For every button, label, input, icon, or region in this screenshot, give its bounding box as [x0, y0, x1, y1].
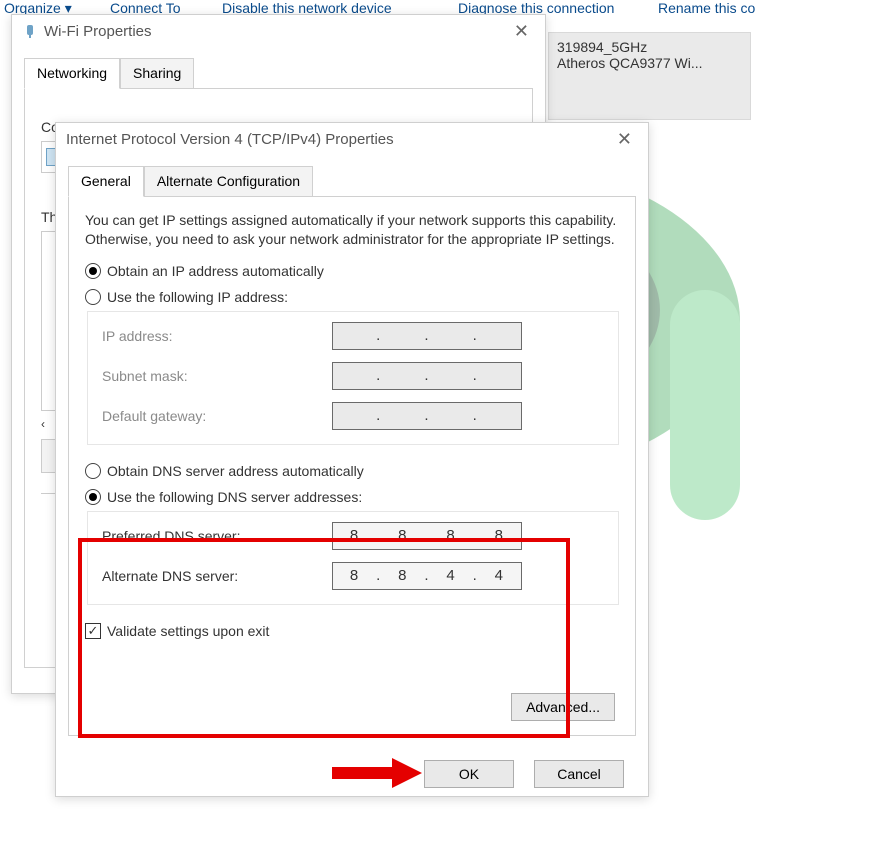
close-icon[interactable]: ✕ — [508, 19, 535, 44]
dns-auto-label: Obtain DNS server address automatically — [107, 463, 364, 479]
preferred-dns-input[interactable]: 8. 8. 8. 8 — [332, 522, 522, 550]
checkbox-icon: ✓ — [85, 623, 101, 639]
subnet-mask-label: Subnet mask: — [102, 368, 332, 384]
wifi-adapter-icon — [22, 23, 38, 39]
ip-settings-group: IP address: ... Subnet mask: ... Default… — [87, 311, 619, 445]
validate-label: Validate settings upon exit — [107, 623, 269, 639]
network-adapter-tile[interactable]: 319894_5GHz Atheros QCA9377 Wi... — [548, 32, 751, 120]
radio-icon — [85, 489, 101, 505]
preferred-dns-label: Preferred DNS server: — [102, 528, 332, 544]
rename-link[interactable]: Rename this co — [658, 0, 768, 19]
default-gateway-input: ... — [332, 402, 522, 430]
alternate-dns-label: Alternate DNS server: — [102, 568, 332, 584]
ip-auto-radio[interactable]: Obtain an IP address automatically — [85, 263, 619, 279]
dns-settings-group: Preferred DNS server: 8. 8. 8. 8 Alterna… — [87, 511, 619, 605]
tab-networking[interactable]: Networking — [24, 58, 120, 89]
close-icon[interactable]: ✕ — [611, 127, 638, 152]
ip-auto-label: Obtain an IP address automatically — [107, 263, 324, 279]
radio-icon — [85, 463, 101, 479]
scroll-left-icon[interactable]: ‹ — [41, 417, 45, 431]
ipv4-properties-dialog: Internet Protocol Version 4 (TCP/IPv4) P… — [55, 122, 649, 797]
advanced-button[interactable]: Advanced... — [511, 693, 615, 721]
radio-icon — [85, 263, 101, 279]
wifi-tabs: Networking Sharing — [12, 57, 545, 88]
adapter-device: Atheros QCA9377 Wi... — [557, 55, 742, 71]
dialog-buttons: OK Cancel — [56, 748, 648, 804]
validate-checkbox[interactable]: ✓ Validate settings upon exit — [85, 623, 619, 639]
ip-manual-label: Use the following IP address: — [107, 289, 288, 305]
ip-address-label: IP address: — [102, 328, 332, 344]
alternate-dns-input[interactable]: 8. 8. 4. 4 — [332, 562, 522, 590]
ip-address-input: ... — [332, 322, 522, 350]
tab-general[interactable]: General — [68, 166, 144, 197]
dns-manual-radio[interactable]: Use the following DNS server addresses: — [85, 489, 619, 505]
radio-icon — [85, 289, 101, 305]
subnet-mask-input: ... — [332, 362, 522, 390]
dns-manual-label: Use the following DNS server addresses: — [107, 489, 362, 505]
ipv4-description: You can get IP settings assigned automat… — [85, 211, 619, 249]
ok-button[interactable]: OK — [424, 760, 514, 788]
cancel-button[interactable]: Cancel — [534, 760, 624, 788]
tab-alternate-config[interactable]: Alternate Configuration — [144, 166, 313, 197]
ipv4-tabs: General Alternate Configuration — [56, 165, 648, 196]
adapter-ssid: 319894_5GHz — [557, 39, 742, 55]
tab-sharing[interactable]: Sharing — [120, 58, 194, 89]
ipv4-dialog-title: Internet Protocol Version 4 (TCP/IPv4) P… — [66, 131, 394, 148]
ip-manual-radio[interactable]: Use the following IP address: — [85, 289, 619, 305]
dns-auto-radio[interactable]: Obtain DNS server address automatically — [85, 463, 619, 479]
wifi-dialog-title: Wi-Fi Properties — [44, 23, 152, 40]
default-gateway-label: Default gateway: — [102, 408, 332, 424]
